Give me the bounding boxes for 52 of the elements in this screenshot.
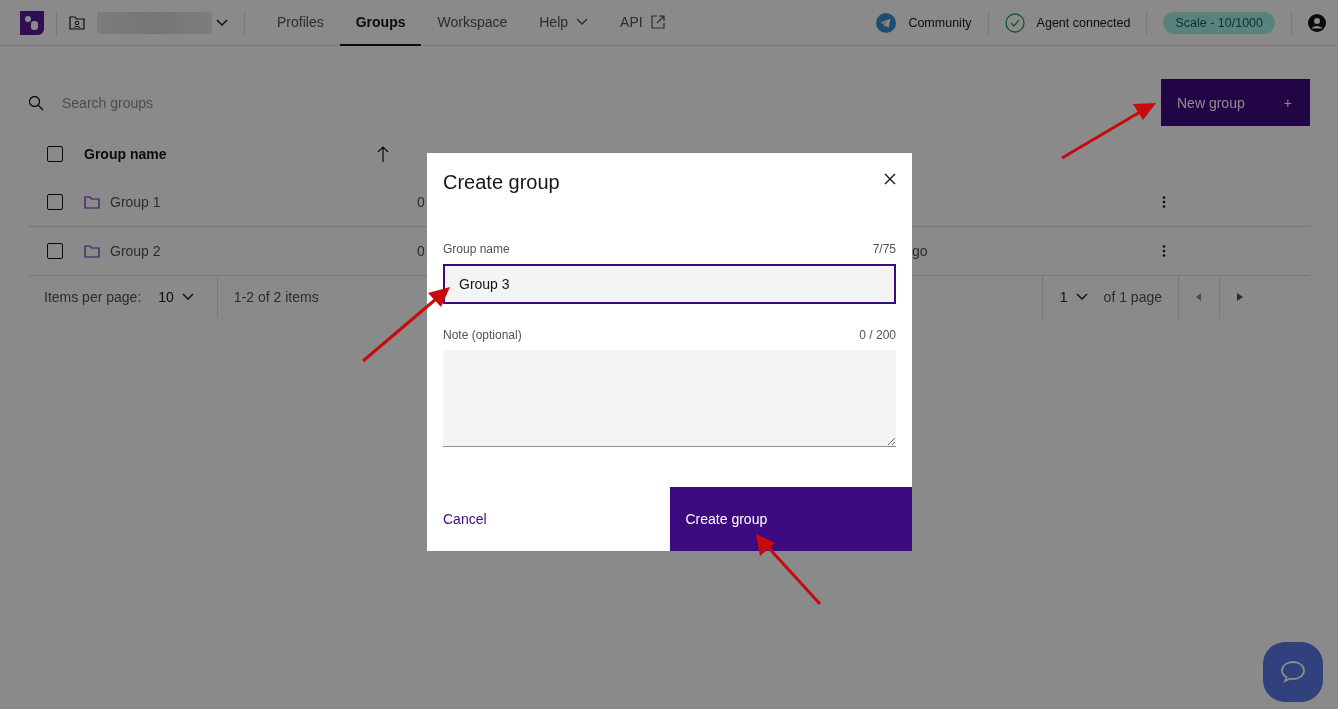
folder-user-icon: [69, 15, 85, 30]
chevron-down-icon: [216, 18, 228, 27]
page-select[interactable]: 1: [1059, 289, 1088, 305]
created-cell: go: [912, 243, 928, 259]
annotation-arrow: [756, 534, 822, 605]
community-link[interactable]: Community: [908, 15, 972, 30]
nav-tab[interactable]: Workspace: [421, 0, 524, 46]
items-per-page-select[interactable]: 10: [158, 289, 194, 305]
group-name-cell[interactable]: Group 1: [110, 194, 161, 210]
field-label: Note (optional): [443, 328, 522, 342]
chevron-down-icon: [1075, 293, 1088, 301]
folder-icon: [84, 244, 100, 258]
overflow-menu-icon[interactable]: [1162, 244, 1166, 258]
plan-badge[interactable]: Scale - 10/1000: [1163, 11, 1275, 34]
search-field[interactable]: Search groups: [60, 93, 1161, 112]
field-label: Group name: [443, 242, 510, 256]
nav-tab[interactable]: Help: [523, 0, 605, 46]
profile-count-cell: 0: [417, 194, 425, 210]
paper-plane-icon: [876, 12, 897, 33]
page-total: of 1 page: [1103, 289, 1162, 305]
character-counter: 0 / 200: [859, 328, 896, 342]
character-counter: 7/75: [872, 242, 896, 256]
group-name-field[interactable]: Group 3: [443, 264, 896, 304]
dialog-title: Create group: [443, 171, 560, 195]
new-group-button[interactable]: New group +: [1161, 79, 1310, 126]
chevron-down-icon: [576, 17, 589, 26]
nav-tab[interactable]: Groups: [339, 0, 422, 46]
note-field[interactable]: [443, 350, 896, 447]
overflow-menu-icon[interactable]: [1162, 195, 1166, 209]
agent-status: Agent connected: [1036, 15, 1131, 30]
item-range: 1-2 of 2 items: [232, 289, 319, 305]
column-header[interactable]: Group name: [84, 146, 167, 162]
folder-icon: [84, 195, 100, 209]
nav-tab[interactable]: API: [604, 0, 681, 46]
chat-button[interactable]: [1263, 642, 1323, 702]
checkbox[interactable]: [47, 146, 63, 162]
sort-arrow-icon[interactable]: [377, 146, 389, 162]
items-per-page-label: Items per page:: [43, 289, 142, 305]
check-circle-icon: [1004, 12, 1025, 33]
profile-count-cell: 0: [417, 243, 425, 259]
nav-tab[interactable]: Profiles: [261, 0, 340, 46]
search-icon: [28, 94, 44, 111]
chevron-down-icon: [181, 293, 194, 301]
create-group-button[interactable]: Create group: [669, 487, 912, 551]
checkbox[interactable]: [47, 243, 63, 259]
user-avatar-icon[interactable]: [1308, 13, 1326, 32]
speech-bubble-icon: [1280, 660, 1306, 684]
close-icon[interactable]: [884, 173, 896, 185]
external-link-icon: [650, 14, 665, 29]
group-name-cell[interactable]: Group 2: [110, 243, 161, 259]
checkbox[interactable]: [47, 194, 63, 210]
app-logo[interactable]: [20, 10, 44, 35]
